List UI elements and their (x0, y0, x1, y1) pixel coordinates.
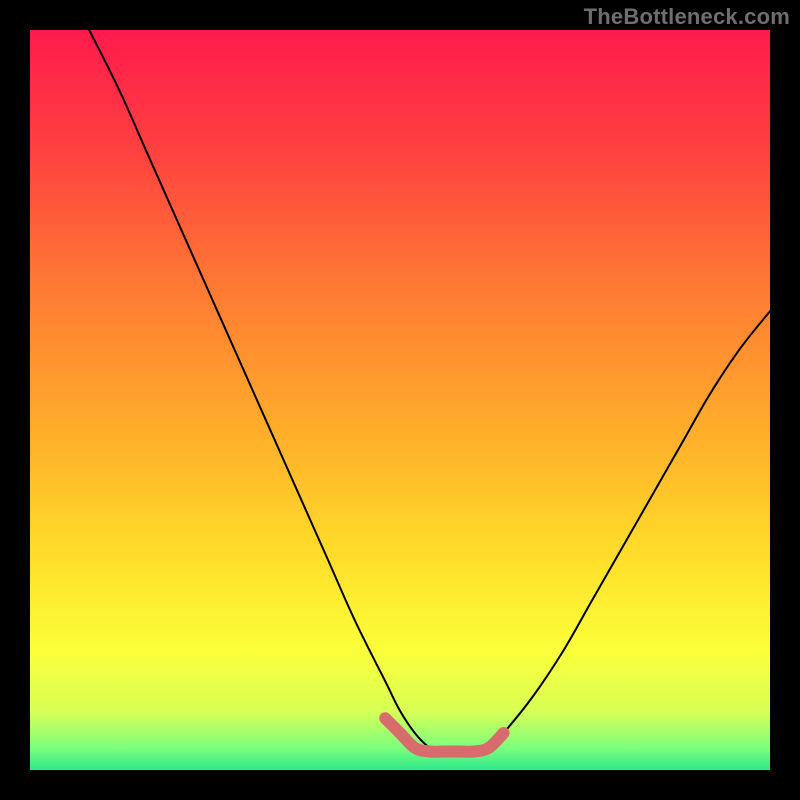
bottleneck-curve (30, 30, 770, 770)
chart-frame: TheBottleneck.com (0, 0, 800, 800)
optimal-range-marker (385, 718, 503, 752)
watermark-text: TheBottleneck.com (584, 4, 790, 30)
curve-left-branch (89, 30, 444, 755)
plot-area (30, 30, 770, 770)
curve-right-branch (444, 311, 770, 756)
